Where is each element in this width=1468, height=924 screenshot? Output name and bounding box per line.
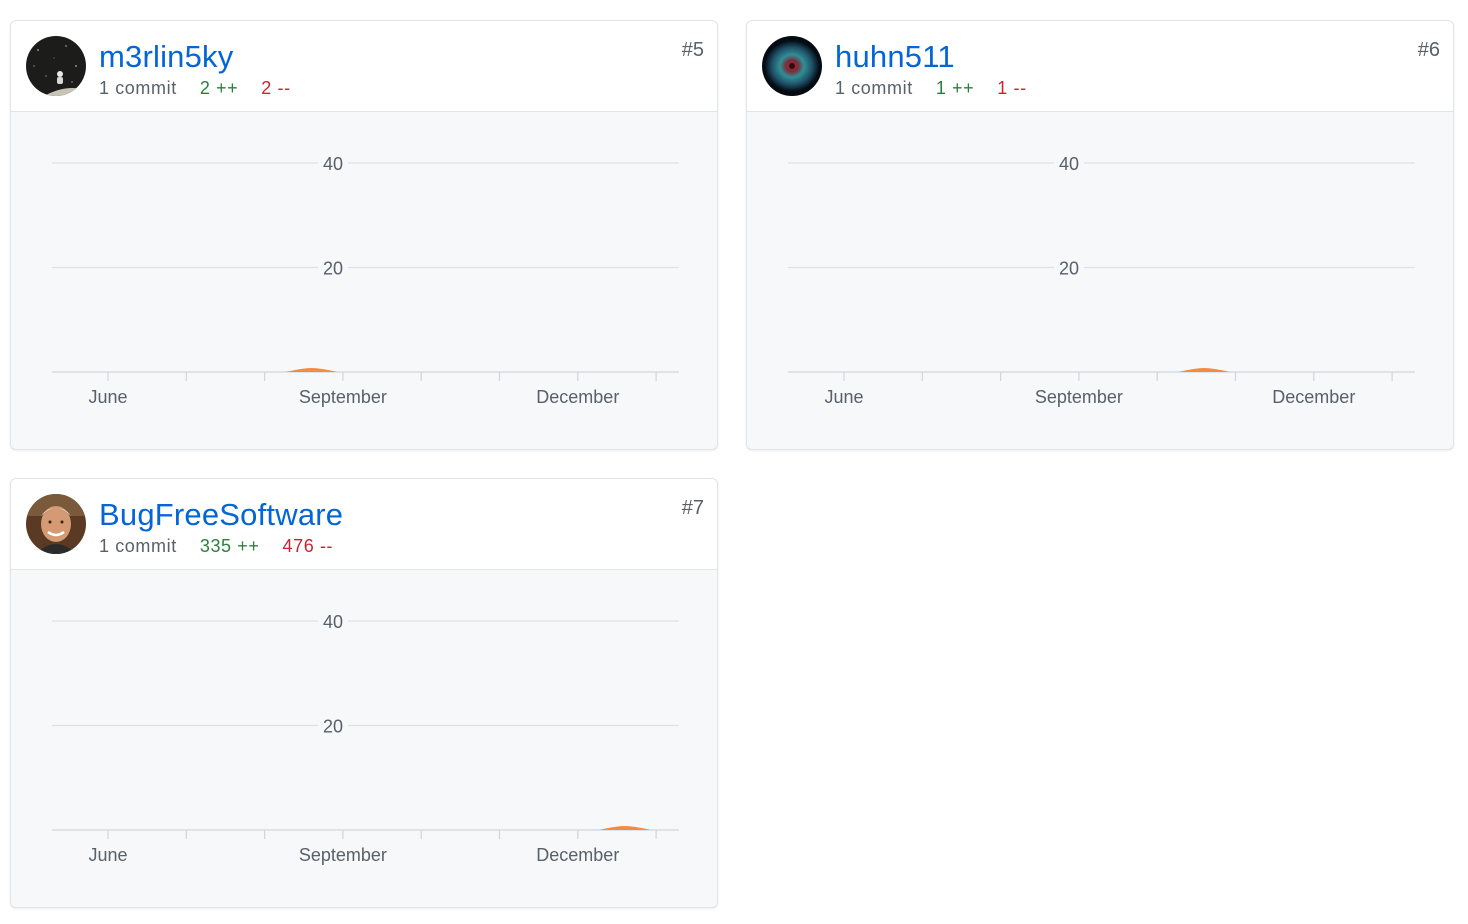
contributor-card-3: BugFreeSoftware 1 commit 335 ++ 476 -- #… — [10, 478, 718, 908]
rank-label: #7 — [681, 497, 704, 519]
x-tick-label-september: September — [1035, 387, 1123, 407]
contributor-card-2: huhn511 1 commit 1 ++ 1 -- #6 40 20 June Se… — [746, 20, 1454, 450]
card-header: BugFreeSoftware 1 commit 335 ++ 476 -- #… — [11, 479, 717, 570]
additions-count: 1 ++ — [935, 78, 975, 98]
y-tick-label-20: 20 — [1059, 259, 1079, 279]
y-tick-label-40: 40 — [323, 154, 343, 174]
rank-label: #6 — [1417, 39, 1440, 61]
deletions-count: 2 -- — [261, 78, 291, 98]
y-tick-label-20: 20 — [323, 717, 343, 737]
avatar[interactable] — [26, 494, 86, 554]
x-tick-label-september: September — [299, 845, 387, 865]
deletions-count: 1 -- — [997, 78, 1027, 98]
contributor-card-1: m3rlin5ky 1 commit 2 ++ 2 -- #5 40 20 June… — [10, 20, 718, 450]
x-tick-label-june: June — [824, 387, 863, 407]
deletions-count: 476 -- — [282, 536, 334, 556]
x-tick-label-december: December — [1272, 387, 1355, 407]
y-tick-label-20: 20 — [323, 259, 343, 279]
avatar[interactable] — [26, 36, 86, 96]
additions-count: 2 ++ — [199, 78, 239, 98]
space-astronaut-avatar-icon — [26, 36, 86, 96]
username-link[interactable]: BugFreeSoftware — [99, 497, 343, 533]
nebula-eye-avatar-icon — [762, 36, 822, 96]
x-tick-label-december: December — [536, 387, 619, 407]
contribution-stats: 1 commit 2 ++ 2 -- — [99, 77, 309, 99]
person-photo-avatar-icon — [26, 494, 86, 554]
contribution-stats: 1 commit 335 ++ 476 -- — [99, 535, 351, 557]
avatar[interactable] — [762, 36, 822, 96]
card-header: m3rlin5ky 1 commit 2 ++ 2 -- #5 — [11, 21, 717, 112]
x-tick-label-june: June — [88, 387, 127, 407]
y-tick-label-40: 40 — [323, 612, 343, 632]
username-link[interactable]: huhn511 — [835, 39, 955, 75]
y-tick-label-40: 40 — [1059, 154, 1079, 174]
contribution-area — [285, 368, 338, 372]
additions-count: 335 ++ — [199, 536, 260, 556]
contribution-chart: 40 20 June September December — [52, 152, 679, 407]
x-tick-label-june: June — [88, 845, 127, 865]
card-header: huhn511 1 commit 1 ++ 1 -- #6 — [747, 21, 1453, 112]
contribution-area — [1178, 368, 1231, 372]
contribution-area — [598, 826, 651, 830]
x-tick-label-december: December — [536, 845, 619, 865]
contribution-stats: 1 commit 1 ++ 1 -- — [835, 77, 1045, 99]
commit-count[interactable]: 1 commit — [99, 536, 177, 556]
commit-count[interactable]: 1 commit — [99, 78, 177, 98]
commit-count[interactable]: 1 commit — [835, 78, 913, 98]
username-link[interactable]: m3rlin5ky — [99, 39, 233, 75]
x-tick-label-september: September — [299, 387, 387, 407]
contribution-chart: 40 20 June September December — [788, 152, 1415, 407]
contribution-chart: 40 20 June September December — [52, 610, 679, 865]
rank-label: #5 — [681, 39, 704, 61]
